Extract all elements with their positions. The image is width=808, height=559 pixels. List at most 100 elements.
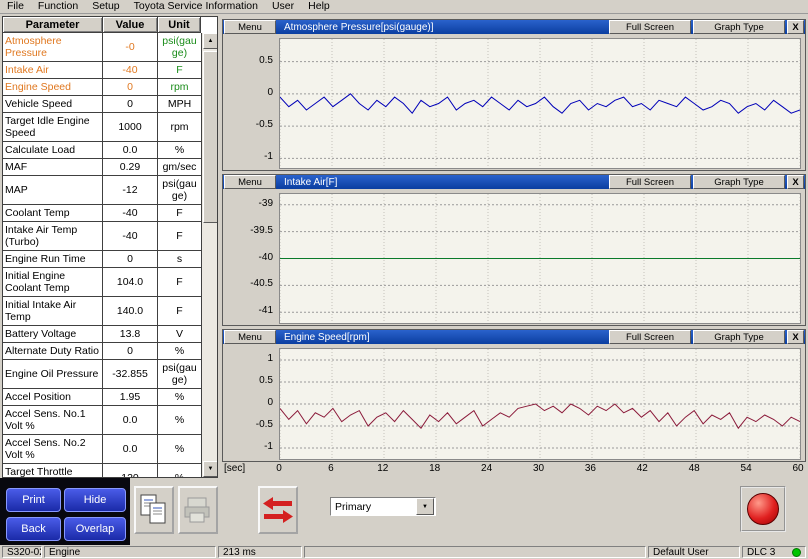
x-axis: [sec] 06121824303642485460 [222, 462, 806, 478]
table-row[interactable]: Engine Run Time0s [3, 251, 201, 268]
param-value: 0 [103, 96, 158, 112]
param-name: Accel Sens. No.1 Volt % [3, 406, 103, 434]
param-unit: % [158, 435, 201, 463]
hide-button[interactable]: Hide [64, 488, 126, 512]
param-unit: rpm [158, 79, 201, 95]
status-spacer [304, 546, 646, 558]
param-value: 140.0 [103, 297, 158, 325]
table-row[interactable]: Atmosphere Pressure-0psi(gauge) [3, 33, 201, 62]
chart-panel-engine-speed: Menu Engine Speed[rpm] Full Screen Graph… [222, 329, 806, 462]
table-row[interactable]: Calculate Load0.0% [3, 142, 201, 159]
table-header-row: ParameterValueUnit [3, 17, 217, 33]
y-tick-label: 0.5 [223, 375, 273, 387]
table-row[interactable]: Accel Sens. No.1 Volt %0.0% [3, 406, 201, 435]
y-tick-label: -1 [223, 441, 273, 453]
chart-plot-region: -39-39.5-40-40.5-41 [223, 189, 805, 325]
y-tick-label: -0.5 [223, 419, 273, 431]
app-window: FileFunctionSetupToyota Service Informat… [0, 0, 808, 559]
chart-menu-button[interactable]: Menu [224, 20, 276, 34]
scroll-down-icon[interactable]: ▼ [203, 461, 218, 477]
chart-title: Atmosphere Pressure[psi(gauge)] [278, 22, 434, 33]
x-tick-label: 54 [737, 463, 755, 474]
param-value: -40 [103, 62, 158, 78]
table-row[interactable]: Accel Position1.95% [3, 389, 201, 406]
chart-titlebar: Menu Atmosphere Pressure[psi(gauge)] Ful… [223, 20, 805, 34]
param-value: -40 [103, 205, 158, 221]
chart-menu-button[interactable]: Menu [224, 175, 276, 189]
chart-close-button[interactable]: X [787, 330, 804, 344]
table-row[interactable]: MAF0.29gm/sec [3, 159, 201, 176]
param-unit: % [158, 142, 201, 158]
table-scrollbar[interactable]: ▲ ▼ [201, 33, 217, 477]
table-row[interactable]: Intake Air Temp (Turbo)-40F [3, 222, 201, 251]
menu-user[interactable]: User [265, 0, 301, 13]
table-row[interactable]: Accel Sens. No.2 Volt %0.0% [3, 435, 201, 464]
y-tick-label: -40.5 [223, 278, 273, 290]
chart-canvas [279, 348, 801, 460]
menu-file[interactable]: File [0, 0, 31, 13]
param-name: Atmosphere Pressure [3, 33, 103, 61]
param-unit: psi(gauge) [158, 33, 201, 61]
param-unit: F [158, 268, 201, 296]
y-tick-label: -39.5 [223, 225, 273, 237]
chart-close-button[interactable]: X [787, 175, 804, 189]
table-row[interactable]: MAP-12psi(gauge) [3, 176, 201, 205]
table-row[interactable]: Target Throttle Position120% [3, 464, 201, 478]
param-name: Alternate Duty Ratio [3, 343, 103, 359]
full-screen-button[interactable]: Full Screen [609, 175, 691, 189]
chart-panel-atmosphere-pressure: Menu Atmosphere Pressure[psi(gauge)] Ful… [222, 19, 806, 171]
status-system: Engine [44, 546, 216, 558]
param-name: Accel Sens. No.2 Volt % [3, 435, 103, 463]
table-row[interactable]: Engine Speed0rpm [3, 79, 201, 96]
menu-toyota-service-information[interactable]: Toyota Service Information [127, 0, 265, 13]
param-unit: V [158, 326, 201, 342]
print-button[interactable]: Print [6, 488, 61, 512]
record-button[interactable] [747, 493, 779, 525]
table-row[interactable]: Initial Intake Air Temp140.0F [3, 297, 201, 326]
table-row[interactable]: Coolant Temp-40F [3, 205, 201, 222]
param-value: -32.855 [103, 360, 158, 388]
param-value: 0.0 [103, 406, 158, 434]
full-screen-button[interactable]: Full Screen [609, 20, 691, 34]
table-row[interactable]: Vehicle Speed0MPH [3, 96, 201, 113]
table-row[interactable]: Initial Engine Coolant Temp104.0F [3, 268, 201, 297]
x-axis-unit-label: [sec] [224, 463, 245, 474]
column-header-value: Value [103, 17, 158, 33]
display-mode-select[interactable]: Primary ▼ [330, 497, 436, 516]
table-row[interactable]: Intake Air-40F [3, 62, 201, 79]
table-row[interactable]: Battery Voltage13.8V [3, 326, 201, 343]
menu-help[interactable]: Help [301, 0, 337, 13]
scroll-up-icon[interactable]: ▲ [203, 33, 218, 49]
scrollbar-thumb[interactable] [203, 51, 218, 223]
menu-function[interactable]: Function [31, 0, 85, 13]
print-preview-button[interactable] [178, 486, 218, 534]
graph-type-button[interactable]: Graph Type [693, 175, 785, 189]
chevron-down-icon[interactable]: ▼ [416, 498, 434, 515]
chart-menu-button[interactable]: Menu [224, 330, 276, 344]
full-screen-button[interactable]: Full Screen [609, 330, 691, 344]
graph-type-button[interactable]: Graph Type [693, 20, 785, 34]
printer-icon [183, 495, 213, 525]
param-unit: F [158, 297, 201, 325]
menu-setup[interactable]: Setup [85, 0, 126, 13]
table-row[interactable]: Engine Oil Pressure-32.855psi(gauge) [3, 360, 201, 389]
param-name: MAP [3, 176, 103, 204]
param-unit: % [158, 406, 201, 434]
chart-title: Intake Air[F] [278, 177, 337, 188]
graph-type-button[interactable]: Graph Type [693, 330, 785, 344]
overlap-button[interactable]: Overlap [64, 517, 126, 541]
param-unit: % [158, 464, 201, 478]
record-panel [740, 486, 786, 532]
chart-titlebar: Menu Engine Speed[rpm] Full Screen Graph… [223, 330, 805, 344]
param-name: Target Idle Engine Speed [3, 113, 103, 141]
table-row[interactable]: Alternate Duty Ratio0% [3, 343, 201, 360]
back-button[interactable]: Back [6, 517, 61, 541]
x-tick-label: 12 [374, 463, 392, 474]
data-list-button[interactable] [134, 486, 174, 534]
table-row[interactable]: Target Idle Engine Speed1000rpm [3, 113, 201, 142]
param-unit: rpm [158, 113, 201, 141]
chart-close-button[interactable]: X [787, 20, 804, 34]
chart-titlebar: Menu Intake Air[F] Full Screen Graph Typ… [223, 175, 805, 189]
swap-display-button[interactable] [258, 486, 298, 534]
status-version: S320-02 [2, 546, 42, 558]
